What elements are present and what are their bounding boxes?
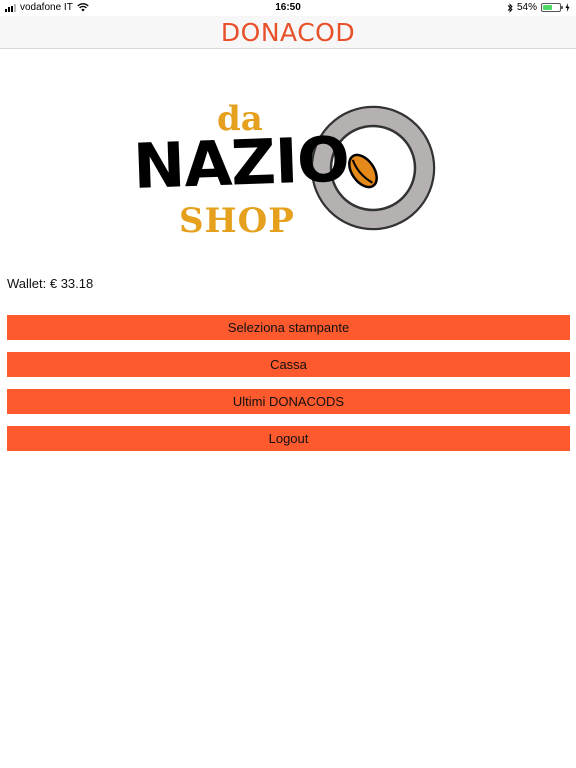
recent-donacods-button[interactable]: Ultimi DONACODS [7, 389, 570, 414]
nav-bar: DONACOD [0, 16, 576, 49]
bluetooth-icon [507, 2, 513, 13]
nazio-shop-logo: da NAZIO SHOP [132, 99, 436, 241]
logout-button[interactable]: Logout [7, 426, 570, 451]
cash-register-button[interactable]: Cassa [7, 352, 570, 377]
status-time: 16:50 [275, 2, 301, 13]
logo-text-shop: SHOP [179, 201, 295, 241]
logo-text-nazio: NAZIO [132, 123, 350, 203]
battery-percent: 54% [516, 2, 537, 13]
charging-icon [565, 3, 570, 12]
app-title: DONACOD [220, 18, 356, 47]
main-menu: Seleziona stampante Cassa Ultimi DONACOD… [7, 315, 570, 463]
battery-fill [543, 5, 552, 10]
battery-icon [541, 3, 563, 12]
status-right: 54% [507, 2, 570, 13]
wallet-balance: Wallet: € 33.18 [7, 276, 94, 291]
select-printer-button[interactable]: Seleziona stampante [7, 315, 570, 340]
status-bar: vodafone IT 16:50 54% [0, 0, 576, 16]
